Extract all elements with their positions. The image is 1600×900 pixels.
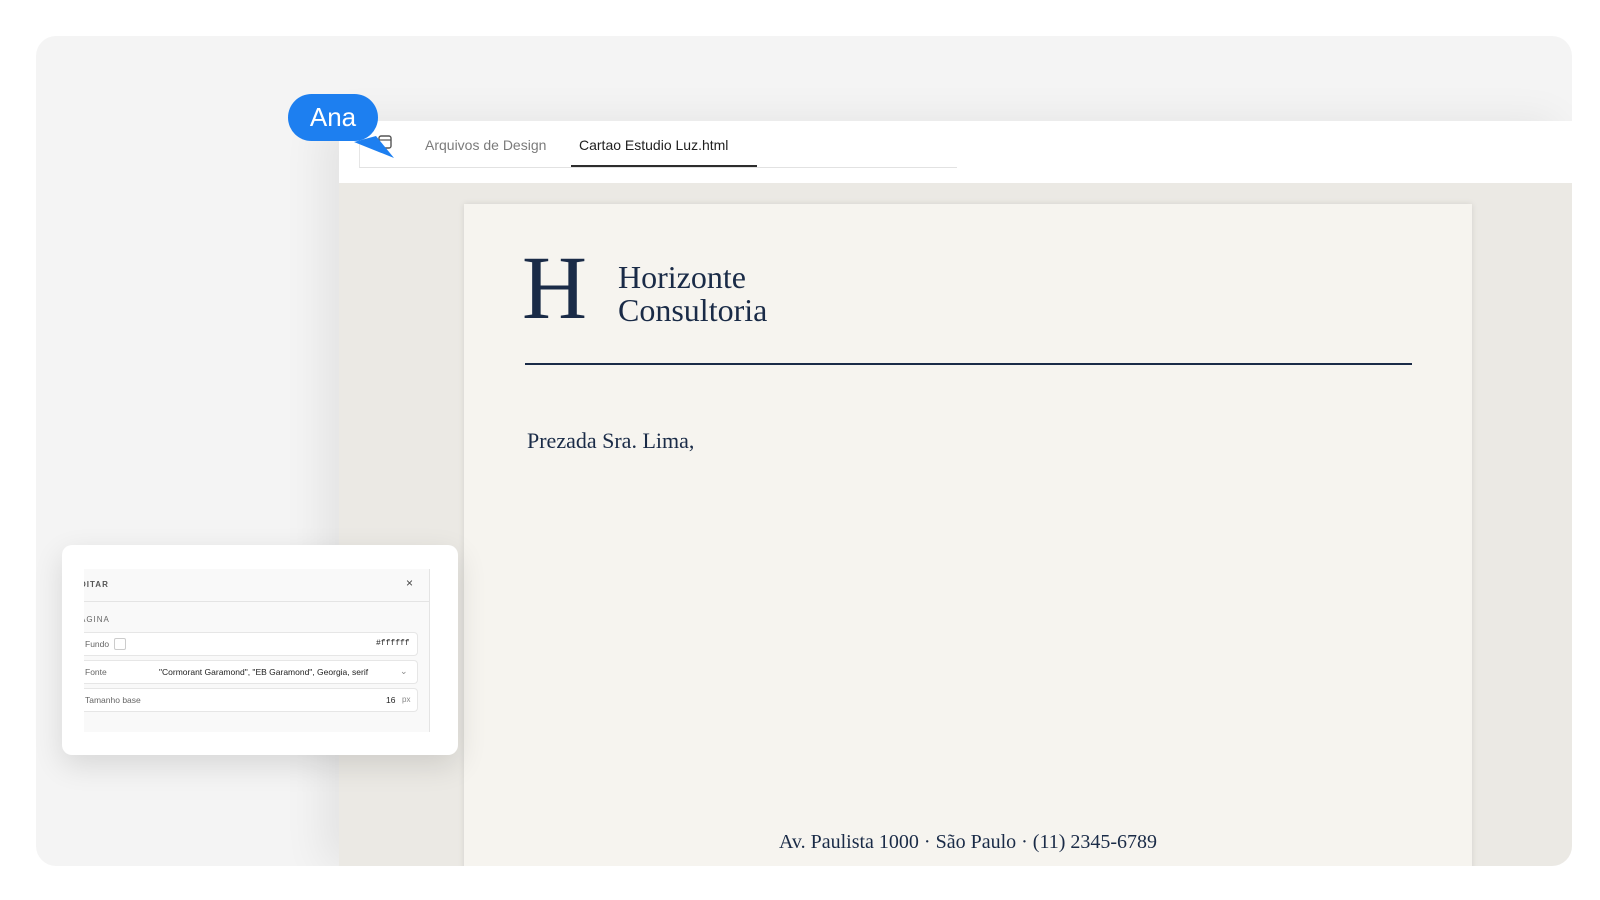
field-tamanho-base-label: Tamanho base xyxy=(85,695,141,705)
editor-window: Arquivos de Design Cartao Estudio Luz.ht… xyxy=(339,121,1572,866)
salutation-text[interactable]: Prezada Sra. Lima, xyxy=(527,428,694,454)
field-tamanho-base-value[interactable]: 16 xyxy=(386,695,395,705)
field-tamanho-base[interactable]: Tamanho base 16 px xyxy=(84,688,418,712)
design-canvas[interactable]: H Horizonte Consultoria Prezada Sra. Lim… xyxy=(339,183,1572,866)
brand-line-2: Consultoria xyxy=(618,292,768,328)
panel-title: DITAR xyxy=(84,580,109,589)
brand-line-1: Horizonte xyxy=(618,259,746,295)
collaborator-cursor: Ana xyxy=(288,94,408,164)
cursor-arrow-icon xyxy=(354,136,394,158)
field-fundo-label: Fundo xyxy=(85,639,110,649)
chevron-down-icon[interactable]: ⌄ xyxy=(400,666,408,677)
tab-cartao-estudio-luz[interactable]: Cartao Estudio Luz.html xyxy=(579,137,728,153)
footer-address[interactable]: Av. Paulista 1000 · São Paulo · (11) 234… xyxy=(464,831,1472,854)
field-tamanho-base-unit: px xyxy=(402,695,411,704)
active-tab-indicator xyxy=(571,165,757,167)
tab-bar: Arquivos de Design Cartao Estudio Luz.ht… xyxy=(339,121,1572,183)
letterhead-page[interactable]: H Horizonte Consultoria Prezada Sra. Lim… xyxy=(464,204,1472,866)
field-fundo-value[interactable]: #ffffff xyxy=(376,639,410,648)
field-fonte[interactable]: Fonte "Cormorant Garamond", "EB Garamond… xyxy=(84,660,418,684)
field-fonte-label: Fonte xyxy=(85,667,107,677)
field-fonte-value[interactable]: "Cormorant Garamond", "EB Garamond", Geo… xyxy=(159,667,368,677)
section-label-pagina: ÁGINA xyxy=(84,615,110,624)
logo-mark: H xyxy=(522,239,587,338)
tab-strip: Arquivos de Design Cartao Estudio Luz.ht… xyxy=(359,121,957,168)
properties-panel: DITAR × ÁGINA Fundo #ffffff Fonte "Cormo… xyxy=(62,545,458,755)
brand-name: Horizonte Consultoria xyxy=(618,261,767,327)
field-fundo[interactable]: Fundo #ffffff xyxy=(84,632,418,656)
color-swatch[interactable] xyxy=(114,638,126,650)
properties-panel-body: DITAR × ÁGINA Fundo #ffffff Fonte "Cormo… xyxy=(84,569,430,732)
tab-arquivos-de-design[interactable]: Arquivos de Design xyxy=(425,137,546,153)
close-icon[interactable]: × xyxy=(406,576,413,590)
header-rule xyxy=(525,363,1412,365)
panel-header: DITAR × xyxy=(84,569,429,602)
